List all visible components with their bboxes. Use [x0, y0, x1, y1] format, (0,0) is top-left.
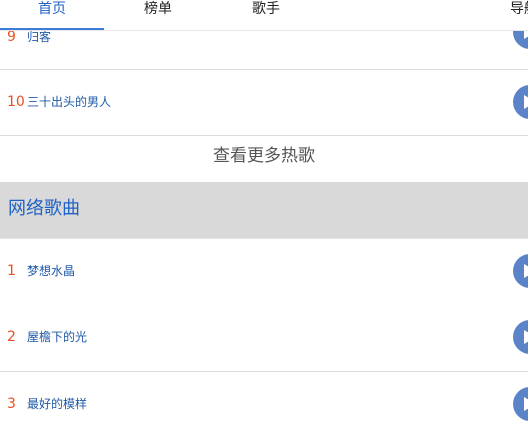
section-title: 网络歌曲: [8, 198, 80, 219]
tab-navigation-label: 导航: [510, 1, 528, 17]
song-row[interactable]: 2 屋檐下的光: [0, 305, 528, 372]
song-rank: 9: [7, 30, 16, 45]
song-title: 最好的模样: [27, 397, 88, 411]
song-title: 三十出头的男人: [27, 95, 112, 109]
song-title: 屋檐下的光: [27, 330, 88, 344]
play-button[interactable]: [513, 320, 528, 354]
tab-charts[interactable]: 榜单: [128, 0, 188, 30]
more-hot-songs-link[interactable]: 查看更多热歌: [0, 136, 528, 182]
song-rank: 1: [7, 263, 16, 279]
play-icon: [524, 330, 528, 344]
play-button[interactable]: [513, 30, 528, 49]
song-rank: 10: [7, 94, 25, 110]
play-icon: [524, 30, 528, 39]
tab-home[interactable]: 首页: [0, 0, 104, 30]
song-rank: 2: [7, 329, 16, 345]
song-rank: 3: [7, 396, 16, 412]
song-row[interactable]: 10 三十出头的男人: [0, 70, 528, 136]
song-title: 梦想水晶: [27, 264, 76, 278]
section-header-network-songs: 网络歌曲: [0, 182, 528, 238]
song-row[interactable]: 3 最好的模样: [0, 372, 528, 423]
active-tab-indicator: [0, 28, 104, 30]
tab-singers-label: 歌手: [252, 1, 280, 17]
play-icon: [524, 397, 528, 411]
play-icon: [524, 264, 528, 278]
play-button[interactable]: [513, 254, 528, 288]
song-row[interactable]: 9 归客: [0, 30, 528, 70]
song-title: 归客: [27, 30, 52, 44]
tab-singers[interactable]: 歌手: [236, 0, 296, 30]
play-button[interactable]: [513, 387, 528, 421]
tab-charts-label: 榜单: [144, 1, 172, 17]
top-tab-bar: 首页 榜单 歌手 导航: [0, 0, 528, 31]
play-button[interactable]: [513, 85, 528, 119]
tab-home-label: 首页: [38, 1, 66, 17]
tab-navigation[interactable]: 导航: [510, 0, 528, 30]
page: 首页 榜单 歌手 导航 9 归客 10 三十出头的男人 查: [0, 0, 528, 423]
song-row[interactable]: 1 梦想水晶: [0, 238, 528, 306]
play-icon: [524, 95, 528, 109]
